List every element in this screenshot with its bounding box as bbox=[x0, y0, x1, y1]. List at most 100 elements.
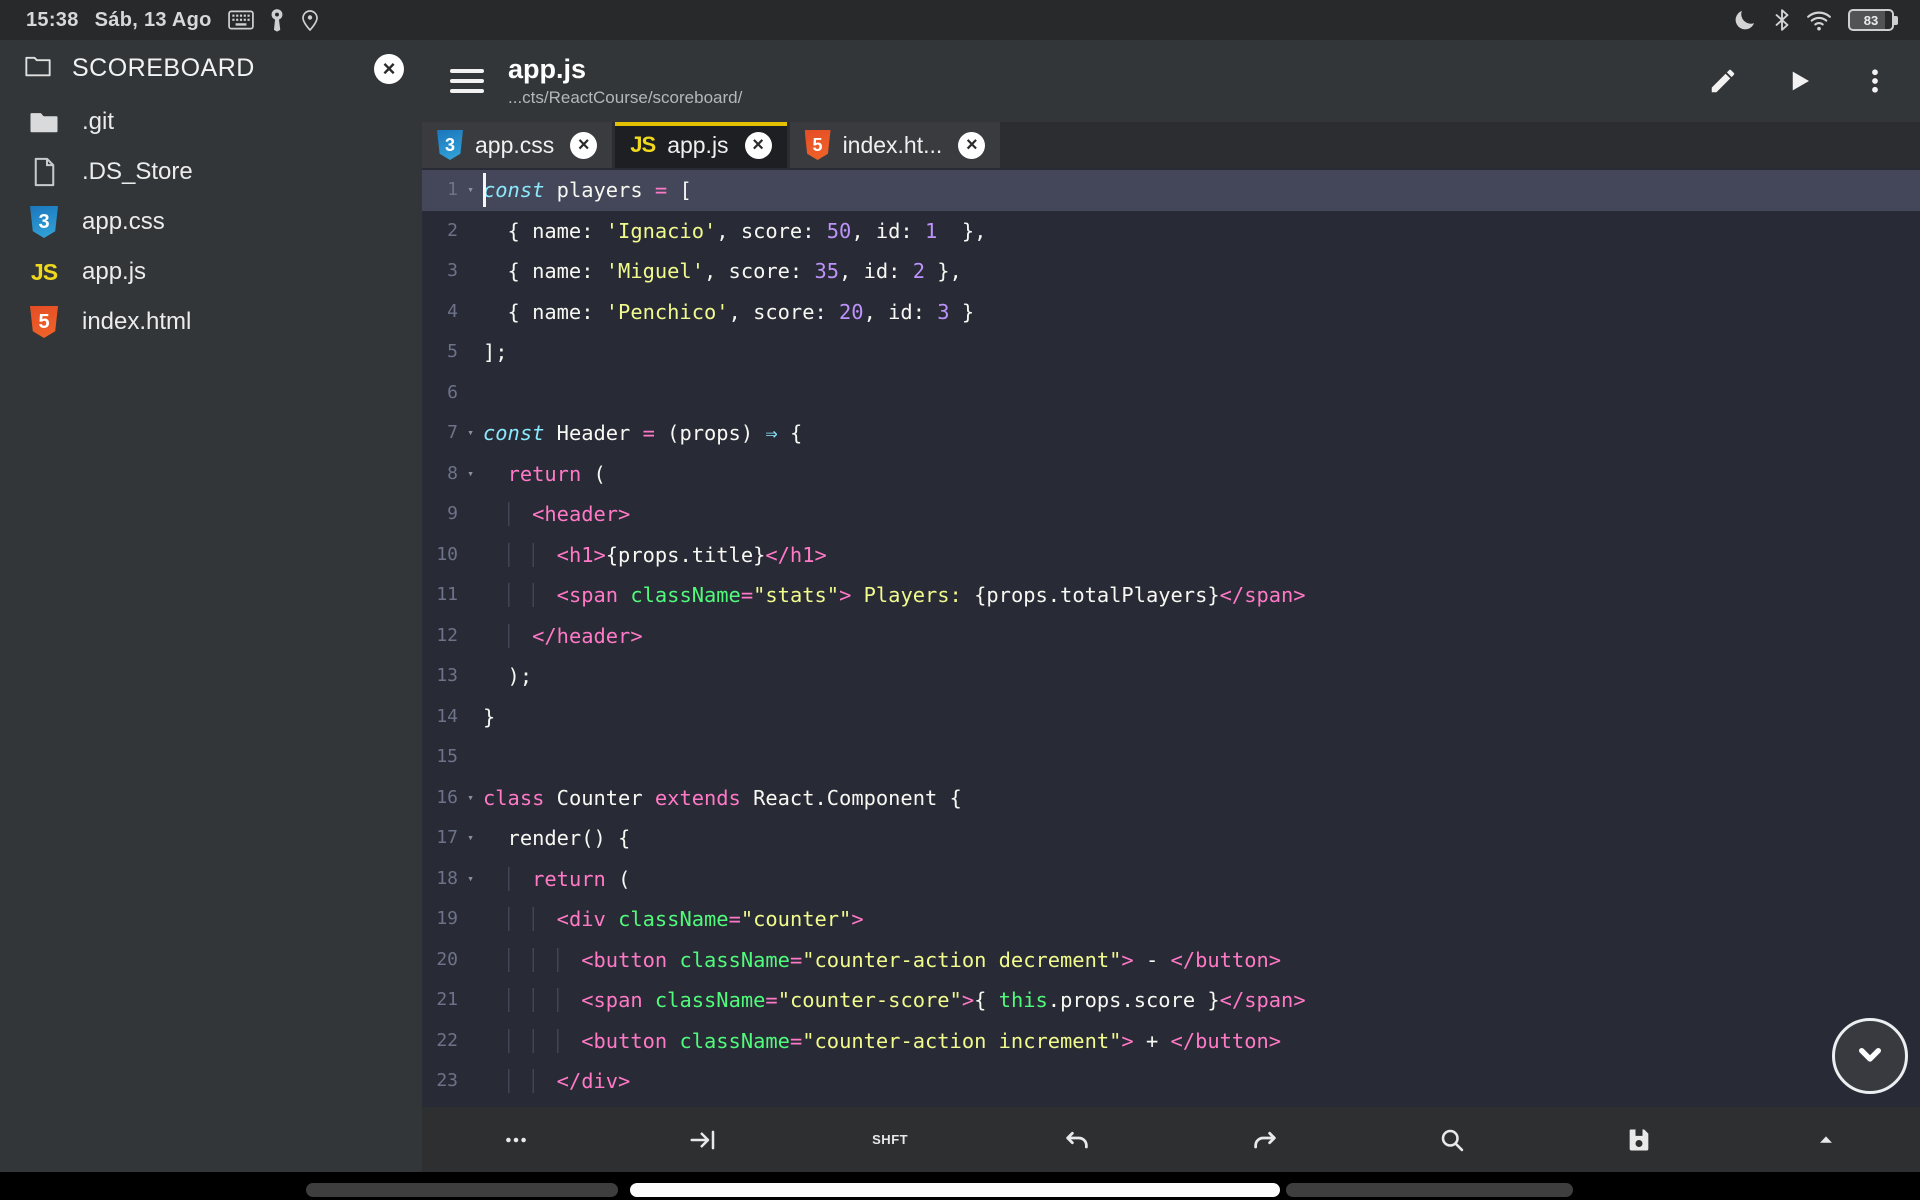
code-line-12[interactable]: 12 </header> bbox=[422, 616, 1920, 657]
file-list: .git .DS_Store 3app.cssJSapp.js5index.html bbox=[0, 97, 422, 347]
gutter: 4 bbox=[422, 292, 483, 333]
code-line-9[interactable]: 9 <header> bbox=[422, 494, 1920, 535]
line-number: 20 bbox=[422, 940, 458, 981]
code-line-1[interactable]: 1▾const players = [ bbox=[422, 170, 1920, 211]
line-number: 19 bbox=[422, 899, 458, 940]
status-right: 83 bbox=[1732, 7, 1894, 33]
wifi-icon bbox=[1806, 8, 1832, 32]
search-button[interactable] bbox=[1358, 1107, 1545, 1172]
line-number: 16 bbox=[422, 778, 458, 819]
file-title-block[interactable]: app.js ...cts/ReactCourse/scoreboard/ bbox=[508, 54, 742, 108]
scroll-down-button[interactable] bbox=[1832, 1018, 1908, 1094]
code-line-22[interactable]: 22 <button className="counter-action inc… bbox=[422, 1021, 1920, 1062]
code-text: <div className="counter"> bbox=[483, 899, 864, 940]
code-line-21[interactable]: 21 <span className="counter-score">{ thi… bbox=[422, 980, 1920, 1021]
tab-index.ht...[interactable]: 5index.ht...× bbox=[790, 122, 1001, 168]
code-line-3[interactable]: 3 { name: 'Miguel', score: 35, id: 2 }, bbox=[422, 251, 1920, 292]
tab-app.css[interactable]: 3app.css× bbox=[422, 122, 612, 168]
code-line-8[interactable]: 8▾ return ( bbox=[422, 454, 1920, 495]
collapse-toolbar-button[interactable] bbox=[1733, 1107, 1920, 1172]
sidebar-file-app.js[interactable]: JSapp.js bbox=[0, 247, 422, 297]
code-line-20[interactable]: 20 <button className="counter-action dec… bbox=[422, 940, 1920, 981]
edit-mode-button[interactable] bbox=[1708, 66, 1738, 96]
line-number: 13 bbox=[422, 656, 458, 697]
save-icon bbox=[1625, 1126, 1653, 1154]
kebab-menu-icon[interactable] bbox=[1860, 66, 1890, 96]
code-line-15[interactable]: 15 bbox=[422, 737, 1920, 778]
fold-arrow-icon[interactable]: ▾ bbox=[458, 170, 483, 211]
js-word-icon: JS bbox=[630, 132, 655, 158]
line-number: 6 bbox=[422, 373, 458, 414]
code-line-18[interactable]: 18▾ return ( bbox=[422, 859, 1920, 900]
undo-icon bbox=[1062, 1125, 1092, 1155]
close-tab-icon[interactable]: × bbox=[570, 132, 597, 159]
code-line-5[interactable]: 5]; bbox=[422, 332, 1920, 373]
moon-icon bbox=[1732, 7, 1758, 33]
clock: 15:38 bbox=[26, 9, 79, 32]
gutter: 13 bbox=[422, 656, 483, 697]
gutter: 22 bbox=[422, 1021, 483, 1062]
fold-arrow-icon[interactable]: ▾ bbox=[458, 859, 483, 900]
key-icon bbox=[270, 8, 284, 32]
code-line-14[interactable]: 14} bbox=[422, 697, 1920, 738]
folder-filled-icon bbox=[26, 110, 62, 135]
shift-key-label: SHFT bbox=[872, 1132, 908, 1147]
project-header: SCOREBOARD × bbox=[0, 40, 422, 97]
code-line-17[interactable]: 17▾ render() { bbox=[422, 818, 1920, 859]
tab-app.js[interactable]: JSapp.js× bbox=[615, 122, 786, 168]
gesture-left-pill bbox=[306, 1183, 618, 1197]
code-line-7[interactable]: 7▾const Header = (props) ⇒ { bbox=[422, 413, 1920, 454]
gutter: 7▾ bbox=[422, 413, 483, 454]
sidebar-file-.git[interactable]: .git bbox=[0, 97, 422, 147]
code-line-16[interactable]: 16▾class Counter extends React.Component… bbox=[422, 778, 1920, 819]
menu-icon[interactable] bbox=[450, 69, 484, 93]
gesture-right-pill bbox=[1286, 1183, 1573, 1197]
code-line-6[interactable]: 6 bbox=[422, 373, 1920, 414]
code-text: const Header = (props) ⇒ { bbox=[483, 413, 802, 454]
search-icon bbox=[1438, 1126, 1466, 1154]
code-line-4[interactable]: 4 { name: 'Penchico', score: 20, id: 3 } bbox=[422, 292, 1920, 333]
battery-percent: 83 bbox=[1864, 13, 1878, 28]
tab-key-button[interactable] bbox=[609, 1107, 796, 1172]
run-button[interactable] bbox=[1784, 66, 1814, 96]
line-number: 17 bbox=[422, 818, 458, 859]
sidebar-file-app.css[interactable]: 3app.css bbox=[0, 197, 422, 247]
header-actions bbox=[1708, 66, 1890, 96]
line-number: 14 bbox=[422, 697, 458, 738]
fold-arrow-icon[interactable]: ▾ bbox=[458, 778, 483, 819]
redo-button[interactable] bbox=[1171, 1107, 1358, 1172]
sidebar-file-.DS_Store[interactable]: .DS_Store bbox=[0, 147, 422, 197]
file-name: .DS_Store bbox=[82, 158, 193, 186]
close-tab-icon[interactable]: × bbox=[745, 132, 772, 159]
fold-arrow-icon[interactable]: ▾ bbox=[458, 454, 483, 495]
code-line-19[interactable]: 19 <div className="counter"> bbox=[422, 899, 1920, 940]
tabkey-icon bbox=[688, 1125, 718, 1155]
tab-label: index.ht... bbox=[843, 132, 943, 159]
save-button[interactable] bbox=[1546, 1107, 1733, 1172]
gutter: 2 bbox=[422, 211, 483, 252]
line-number: 4 bbox=[422, 292, 458, 333]
undo-button[interactable] bbox=[984, 1107, 1171, 1172]
fold-arrow-icon[interactable]: ▾ bbox=[458, 818, 483, 859]
code-line-10[interactable]: 10 <h1>{props.title}</h1> bbox=[422, 535, 1920, 576]
code-line-2[interactable]: 2 { name: 'Ignacio', score: 50, id: 1 }, bbox=[422, 211, 1920, 252]
code-line-11[interactable]: 11 <span className="stats"> Players: {pr… bbox=[422, 575, 1920, 616]
code-line-23[interactable]: 23 </div> bbox=[422, 1061, 1920, 1102]
line-number: 12 bbox=[422, 616, 458, 657]
code-editor[interactable]: 1▾const players = [2 { name: 'Ignacio', … bbox=[422, 168, 1920, 1107]
gutter: 19 bbox=[422, 899, 483, 940]
gesture-handle[interactable] bbox=[630, 1183, 1280, 1197]
sidebar-file-index.html[interactable]: 5index.html bbox=[0, 297, 422, 347]
shift-key-button[interactable]: SHFT bbox=[797, 1107, 984, 1172]
line-number: 10 bbox=[422, 535, 458, 576]
gutter: 6 bbox=[422, 373, 483, 414]
bottom-gesture-bar bbox=[0, 1172, 1920, 1200]
fold-arrow-icon[interactable]: ▾ bbox=[458, 413, 483, 454]
close-tab-icon[interactable]: × bbox=[958, 132, 985, 159]
line-number: 3 bbox=[422, 251, 458, 292]
close-project-icon[interactable]: × bbox=[374, 54, 404, 84]
keyboard-icon bbox=[228, 10, 254, 30]
code-line-13[interactable]: 13 ); bbox=[422, 656, 1920, 697]
more-options-button[interactable] bbox=[422, 1107, 609, 1172]
file-outline-icon bbox=[26, 157, 62, 187]
